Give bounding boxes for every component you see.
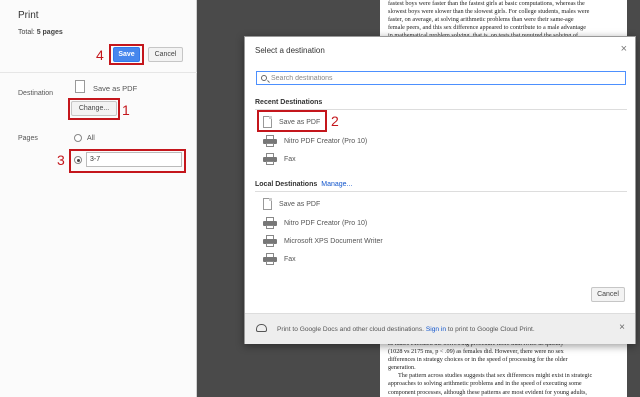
manage-link[interactable]: Manage... xyxy=(321,181,352,188)
document-text-bottom: as males executed the borrowing procedur… xyxy=(380,340,627,397)
footer-prefix: Print to Google Docs and other cloud des… xyxy=(277,326,424,333)
footer-suffix: to print to Google Cloud Print. xyxy=(447,326,535,333)
document-line: component processes, although these patt… xyxy=(388,388,587,396)
destination-name: Fax xyxy=(284,155,296,163)
panel-divider xyxy=(0,72,197,73)
printer-icon xyxy=(263,253,277,265)
callout-number-2: 2 xyxy=(331,113,339,129)
destination-search-box xyxy=(256,71,626,85)
pages-all-radio[interactable] xyxy=(74,134,82,142)
cloud-print-message: Print to Google Docs and other cloud des… xyxy=(277,326,535,333)
local-destinations-label: Local Destinations xyxy=(255,181,318,188)
total-label: Total: xyxy=(18,29,37,36)
recent-destination-fax[interactable]: Fax xyxy=(263,152,296,166)
destination-name: Nitro PDF Creator (Pro 10) xyxy=(284,219,368,227)
document-line: differences in strategy choices or in th… xyxy=(388,356,568,364)
document-preview-bottom: as males executed the borrowing procedur… xyxy=(380,340,627,397)
cloud-icon xyxy=(256,324,267,332)
document-line: (1028 vs 2175 ms, p < .09) as females di… xyxy=(388,348,564,356)
destination-value: Save as PDF xyxy=(93,84,138,93)
local-destinations-heading: Local Destinations Manage... xyxy=(255,181,352,188)
document-text-top: fastest boys were faster than the fastes… xyxy=(380,0,627,38)
document-line: generation. xyxy=(388,364,416,372)
destination-search-input[interactable] xyxy=(271,73,621,83)
callout-number-4: 4 xyxy=(96,47,104,63)
local-destination-save-as-pdf[interactable]: Save as PDF xyxy=(263,197,320,211)
dialog-cancel-button[interactable]: Cancel xyxy=(591,287,625,302)
local-destination-nitro[interactable]: Nitro PDF Creator (Pro 10) xyxy=(263,216,367,230)
callout-number-3: 3 xyxy=(57,152,65,168)
document-line: The pattern across studies suggests that… xyxy=(398,372,593,380)
recent-destinations-heading: Recent Destinations xyxy=(255,99,323,106)
section-divider xyxy=(255,191,627,192)
total-value: 5 pages xyxy=(36,29,63,36)
pages-label: Pages xyxy=(18,135,38,142)
select-destination-dialog: Select a destination × Recent Destinatio… xyxy=(244,36,636,344)
destination-label: Destination xyxy=(18,90,54,97)
document-preview-top: fastest boys were faster than the fastes… xyxy=(380,0,627,38)
sign-in-link[interactable]: Sign in xyxy=(426,326,446,333)
pages-all-label: All xyxy=(87,135,95,142)
printer-icon xyxy=(263,153,277,165)
document-line: approaches to solving arithmetic problem… xyxy=(388,380,582,388)
printer-icon xyxy=(263,235,277,247)
local-destination-fax[interactable]: Fax xyxy=(263,252,296,266)
callout-box-pages xyxy=(69,149,186,173)
document-line: fastest boys were faster than the fastes… xyxy=(388,0,585,7)
pdf-icon xyxy=(263,198,272,210)
destination-name: Fax xyxy=(284,255,296,263)
search-icon xyxy=(261,75,267,81)
printer-icon xyxy=(263,217,277,229)
callout-box-save-as-pdf xyxy=(257,110,327,132)
dismiss-icon[interactable]: × xyxy=(619,322,625,333)
callout-box-change xyxy=(68,98,120,120)
document-line: slowest boys were slower than the slowes… xyxy=(388,8,590,16)
local-destination-xps[interactable]: Microsoft XPS Document Writer xyxy=(263,234,383,248)
pdf-icon xyxy=(75,80,85,93)
recent-destination-nitro[interactable]: Nitro PDF Creator (Pro 10) xyxy=(263,134,367,148)
close-icon[interactable]: × xyxy=(621,43,627,55)
destination-name: Save as PDF xyxy=(279,200,321,208)
callout-number-1: 1 xyxy=(122,102,130,118)
callout-box-save xyxy=(109,44,144,65)
document-line: female peers, and this sex difference ap… xyxy=(388,24,586,32)
destination-name: Microsoft XPS Document Writer xyxy=(284,237,383,245)
total-pages: Total: 5 pages xyxy=(18,29,63,36)
print-title: Print xyxy=(18,10,39,21)
dialog-title: Select a destination xyxy=(255,46,325,55)
cloud-print-footer: Print to Google Docs and other cloud des… xyxy=(245,313,635,344)
cancel-button[interactable]: Cancel xyxy=(148,47,183,62)
destination-name: Nitro PDF Creator (Pro 10) xyxy=(284,137,368,145)
printer-icon xyxy=(263,135,277,147)
document-line: faster, on average, at solving arithmeti… xyxy=(388,16,574,24)
